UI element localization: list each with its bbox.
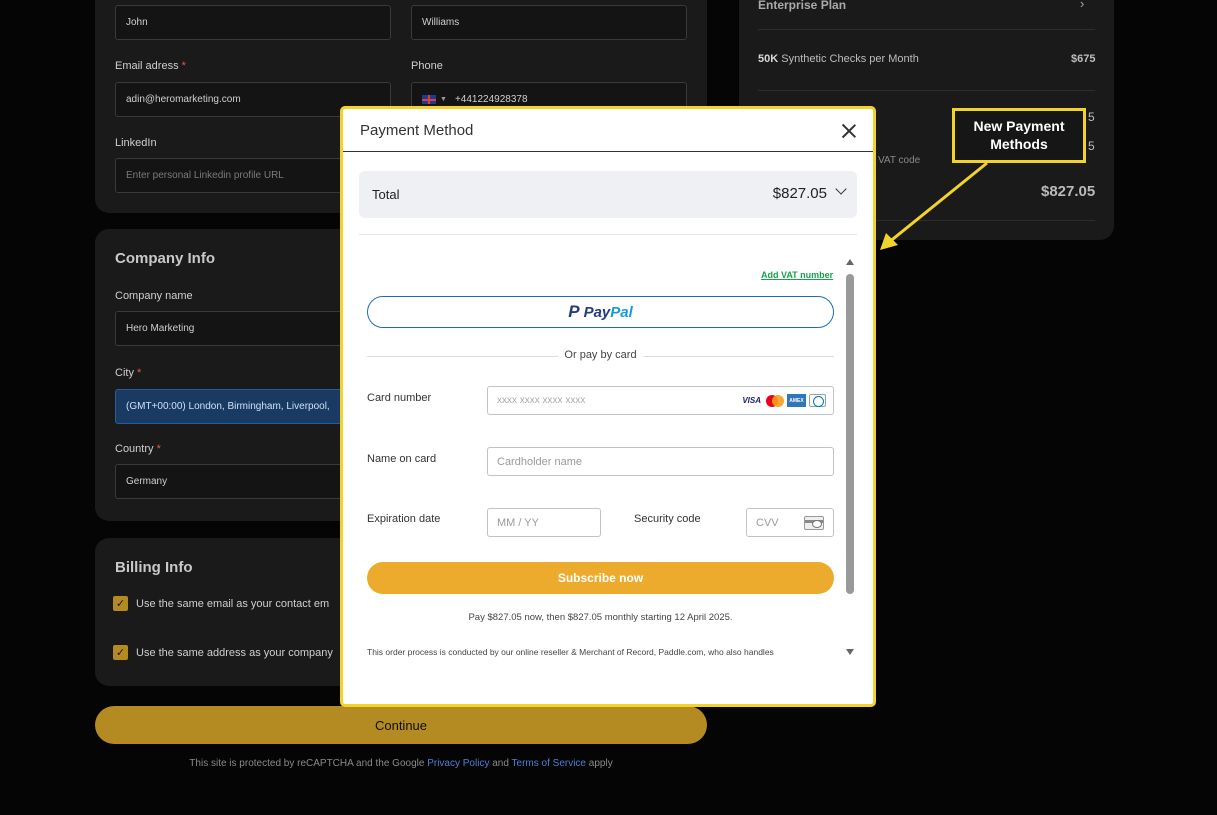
terms-of-service-link[interactable]: Terms of Service: [512, 758, 586, 769]
amex-icon: AMEX: [787, 394, 806, 407]
same-email-checkbox[interactable]: ✓: [113, 596, 128, 611]
billing-info-title: Billing Info: [115, 559, 193, 576]
checks-price: $675: [1071, 53, 1096, 65]
phone-label: Phone: [411, 60, 443, 72]
same-email-label: Use the same email as your contact em: [136, 598, 330, 610]
city-label: City *: [115, 367, 142, 379]
paypal-logo-icon: P: [568, 302, 580, 321]
first-name-input[interactable]: John: [115, 5, 391, 40]
same-address-checkbox[interactable]: ✓: [113, 645, 128, 660]
or-pay-by-card-divider: Or pay by card: [367, 349, 834, 363]
plan-name: Enterprise Plan: [758, 0, 847, 12]
company-info-title: Company Info: [115, 250, 215, 267]
diners-club-icon: [809, 394, 826, 407]
add-vat-number-link[interactable]: Add VAT number: [761, 270, 833, 280]
visa-icon: VISA: [742, 396, 761, 405]
divider: [359, 234, 857, 235]
checks-line: 50K Synthetic Checks per Month: [758, 53, 919, 65]
total-amount: $827.05: [772, 185, 827, 202]
summary-partial-value: 5: [1088, 139, 1095, 153]
continue-button[interactable]: Continue: [95, 706, 707, 744]
chevron-down-icon: [835, 183, 847, 195]
mastercard-icon: [766, 394, 784, 407]
privacy-policy-link[interactable]: Privacy Policy: [427, 758, 489, 769]
subscribe-now-button[interactable]: Subscribe now: [367, 562, 834, 594]
security-code-label: Security code: [634, 513, 701, 525]
scroll-up-arrow-icon[interactable]: [846, 259, 854, 265]
close-icon[interactable]: [842, 124, 856, 138]
modal-title: Payment Method: [360, 122, 474, 139]
callout-arrow-icon: [880, 161, 988, 250]
last-name-input[interactable]: Williams: [411, 5, 687, 40]
cardholder-name-input[interactable]: Cardholder name: [487, 447, 834, 476]
total-summary-toggle[interactable]: Total $827.05: [359, 171, 857, 218]
scrollbar-thumb[interactable]: [846, 274, 854, 594]
card-number-input[interactable]: xxxx xxxx xxxx xxxx VISA AMEX: [487, 386, 834, 415]
modal-header: Payment Method: [343, 109, 873, 152]
expiration-date-label: Expiration date: [367, 513, 441, 525]
linkedin-label: LinkedIn: [115, 137, 157, 149]
payment-schedule-note: Pay $827.05 now, then $827.05 monthly st…: [468, 612, 733, 623]
security-code-input[interactable]: CVV: [746, 508, 834, 537]
email-label: Email adress *: [115, 60, 186, 72]
uk-flag-icon[interactable]: [422, 95, 436, 104]
summary-divider: [758, 90, 1095, 91]
cvv-card-icon: [804, 516, 824, 530]
country-label: Country *: [115, 443, 161, 455]
name-on-card-label: Name on card: [367, 453, 437, 465]
chevron-right-icon[interactable]: ›: [1080, 0, 1084, 11]
chevron-down-icon: ▼: [440, 96, 447, 103]
card-number-label: Card number: [367, 392, 432, 404]
expiration-date-input[interactable]: MM / YY: [487, 508, 601, 537]
recaptcha-notice: This site is protected by reCAPTCHA and …: [189, 758, 613, 769]
summary-partial-value: 5: [1088, 110, 1095, 124]
paypal-button[interactable]: P PayPal: [367, 296, 834, 328]
modal-scrollbar[interactable]: [845, 259, 855, 659]
same-address-label: Use the same address as your company: [136, 647, 333, 659]
summary-total: $827.05: [1041, 183, 1096, 200]
scroll-down-arrow-icon[interactable]: [846, 649, 854, 655]
payment-method-modal: Payment Method Total $827.05 Add VAT num…: [340, 106, 876, 707]
merchant-of-record-note: This order process is conducted by our o…: [367, 647, 774, 657]
company-name-label: Company name: [115, 290, 193, 302]
paypal-wordmark: PayPal: [583, 303, 633, 321]
total-label: Total: [372, 187, 400, 202]
summary-divider: [758, 29, 1095, 30]
